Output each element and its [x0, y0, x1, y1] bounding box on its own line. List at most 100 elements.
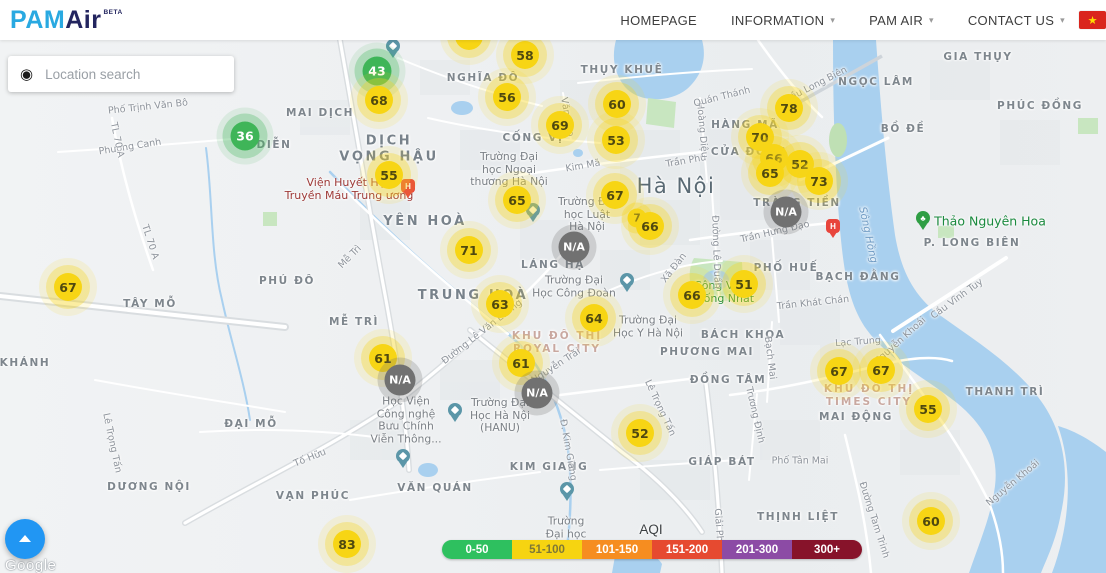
- aqi-marker[interactable]: 67: [54, 273, 82, 301]
- aqi-marker-na[interactable]: N/A: [559, 232, 590, 263]
- aqi-marker[interactable]: 58: [511, 41, 539, 69]
- chevron-down-icon: ▾: [929, 15, 934, 26]
- aqi-marker[interactable]: 69: [546, 111, 574, 139]
- pamair-app: MAI DỊCHNGHĨA ĐÔTHỤY KHUÊCỐNG VỊHÀNG MÃC…: [0, 0, 1106, 573]
- aqi-marker[interactable]: 67: [867, 356, 895, 384]
- aqi-marker[interactable]: 78: [775, 94, 803, 122]
- map-label: BỒ ĐỀ: [881, 123, 926, 135]
- aqi-marker[interactable]: 55: [375, 161, 403, 189]
- aqi-marker[interactable]: 64: [580, 304, 608, 332]
- nav-item-contact-us[interactable]: CONTACT US ▾: [968, 13, 1065, 28]
- map-label: DỊCH VỌNG HẬU: [339, 133, 439, 164]
- aqi-marker[interactable]: 65: [756, 159, 784, 187]
- nav-menu: HOMEPAGE INFORMATION▾ PAM AIR ▾ CONTACT US ▾: [620, 13, 1065, 28]
- school-pin-tail: [451, 416, 459, 422]
- google-watermark: Google: [5, 557, 56, 573]
- aqi-marker-na[interactable]: N/A: [522, 378, 553, 409]
- aqi-marker[interactable]: 68: [365, 86, 393, 114]
- map-label: Trường Đại Học Y Hà Nội: [613, 314, 683, 339]
- map-label: THỤY KHUÊ: [581, 64, 664, 76]
- map-label: Trường Đại Học Hà Nội (HANU): [470, 397, 530, 435]
- nav-item-pam-air[interactable]: PAM AIR ▾: [869, 13, 934, 28]
- aqi-marker-na[interactable]: N/A: [771, 197, 802, 228]
- aqi-legend-title: AQI: [639, 522, 662, 537]
- scroll-up-fab[interactable]: [5, 519, 45, 559]
- search-input[interactable]: [43, 66, 234, 83]
- aqi-marker[interactable]: 63: [486, 290, 514, 318]
- aqi-marker[interactable]: 65: [503, 186, 531, 214]
- school-pin-icon[interactable]: [386, 39, 400, 58]
- map-label: KHU ĐÔ THỊ TIMES CITY: [824, 383, 914, 409]
- aqi-marker[interactable]: 60: [603, 90, 631, 118]
- school-pin-head: [560, 482, 574, 496]
- logo-pam: PAM: [10, 6, 65, 35]
- aqi-marker[interactable]: 66: [636, 212, 664, 240]
- map-label: PHƯƠNG MAI: [660, 346, 754, 358]
- hospital-pin-tail: [829, 232, 837, 238]
- map-label: THANH TRÌ: [966, 386, 1045, 398]
- school-pin-head: [396, 449, 410, 463]
- map-label: Trường Đại Học Công Đoàn: [532, 274, 616, 299]
- map-label: Hà Nội: [637, 174, 716, 198]
- school-pin-tail: [563, 495, 571, 501]
- hospital-pin-head: H: [826, 219, 840, 233]
- school-pin-icon[interactable]: [560, 482, 574, 501]
- legend-segment-300+: 300+: [792, 540, 862, 559]
- school-pin-head: [620, 273, 634, 287]
- map-label: Trường Đại học Ngoại thương Hà Nội: [470, 151, 548, 189]
- aqi-marker[interactable]: 43: [363, 57, 392, 86]
- logo-air: Air: [65, 6, 101, 35]
- hospital-pin-icon[interactable]: H: [826, 219, 840, 238]
- map-label: PHÚC ĐỒNG: [997, 100, 1083, 112]
- legend-segment-0-50: 0-50: [442, 540, 512, 559]
- aqi-marker[interactable]: 66: [678, 281, 706, 309]
- hospital-pin-icon[interactable]: H: [401, 179, 415, 198]
- chevron-down-icon: ▾: [1060, 15, 1065, 26]
- vietnam-flag-icon[interactable]: ★: [1079, 11, 1106, 29]
- aqi-marker[interactable]: 53: [602, 126, 630, 154]
- aqi-legend-bar: 0-5051-100101-150151-200201-300300+: [442, 540, 862, 559]
- school-pin-tail: [389, 52, 397, 58]
- aqi-marker[interactable]: 67: [825, 357, 853, 385]
- map-label: TÂY MỖ: [123, 298, 177, 310]
- school-pin-tail: [529, 216, 537, 222]
- map-label: P. LONG BIÊN: [924, 237, 1021, 249]
- aqi-marker[interactable]: 73: [805, 167, 833, 195]
- map-label: VẠN PHÚC: [276, 490, 350, 502]
- school-pin-tail: [623, 286, 631, 292]
- map-label: ĐẠI MỖ: [224, 418, 277, 430]
- school-pin-icon[interactable]: [448, 403, 462, 422]
- aqi-marker[interactable]: 36: [231, 122, 260, 151]
- aqi-marker[interactable]: 67: [601, 181, 629, 209]
- legend-segment-151-200: 151-200: [652, 540, 722, 559]
- chevron-down-icon: ▾: [830, 15, 835, 26]
- hospital-pin-head: H: [401, 179, 415, 193]
- hospital-pin-tail: [404, 192, 412, 198]
- aqi-marker[interactable]: 61: [507, 349, 535, 377]
- map-label: THỊNH LIỆT: [757, 511, 839, 523]
- aqi-marker[interactable]: 60: [917, 507, 945, 535]
- aqi-marker[interactable]: 55: [914, 395, 942, 423]
- school-pin-head: [448, 403, 462, 417]
- map-label: GIA THỤY: [943, 51, 1012, 63]
- map-label: MAI DỊCH: [286, 107, 354, 119]
- locate-target-icon[interactable]: ◉: [20, 67, 33, 82]
- pamair-logo[interactable]: PAMAirBETA: [10, 6, 123, 35]
- nav-item-label: PAM AIR: [869, 13, 923, 28]
- map-label: NGỌC LÂM: [838, 76, 914, 88]
- tree-pin-head: ♣: [916, 211, 930, 225]
- aqi-marker[interactable]: 56: [493, 83, 521, 111]
- aqi-marker[interactable]: 51: [730, 270, 758, 298]
- aqi-marker-na[interactable]: N/A: [385, 365, 416, 396]
- tree-pin-icon[interactable]: ♣: [916, 211, 930, 230]
- nav-item-label: CONTACT US: [968, 13, 1054, 28]
- nav-item-homepage[interactable]: HOMEPAGE: [620, 13, 697, 28]
- school-pin-icon[interactable]: [396, 449, 410, 468]
- aqi-marker[interactable]: 83: [333, 530, 361, 558]
- aqi-marker[interactable]: 71: [455, 236, 483, 264]
- logo-beta-badge: BETA: [103, 9, 122, 16]
- nav-item-information[interactable]: INFORMATION▾: [731, 13, 835, 28]
- school-pin-icon[interactable]: [620, 273, 634, 292]
- map-label: ĐỒNG TÂM: [690, 374, 767, 386]
- aqi-marker[interactable]: 52: [626, 419, 654, 447]
